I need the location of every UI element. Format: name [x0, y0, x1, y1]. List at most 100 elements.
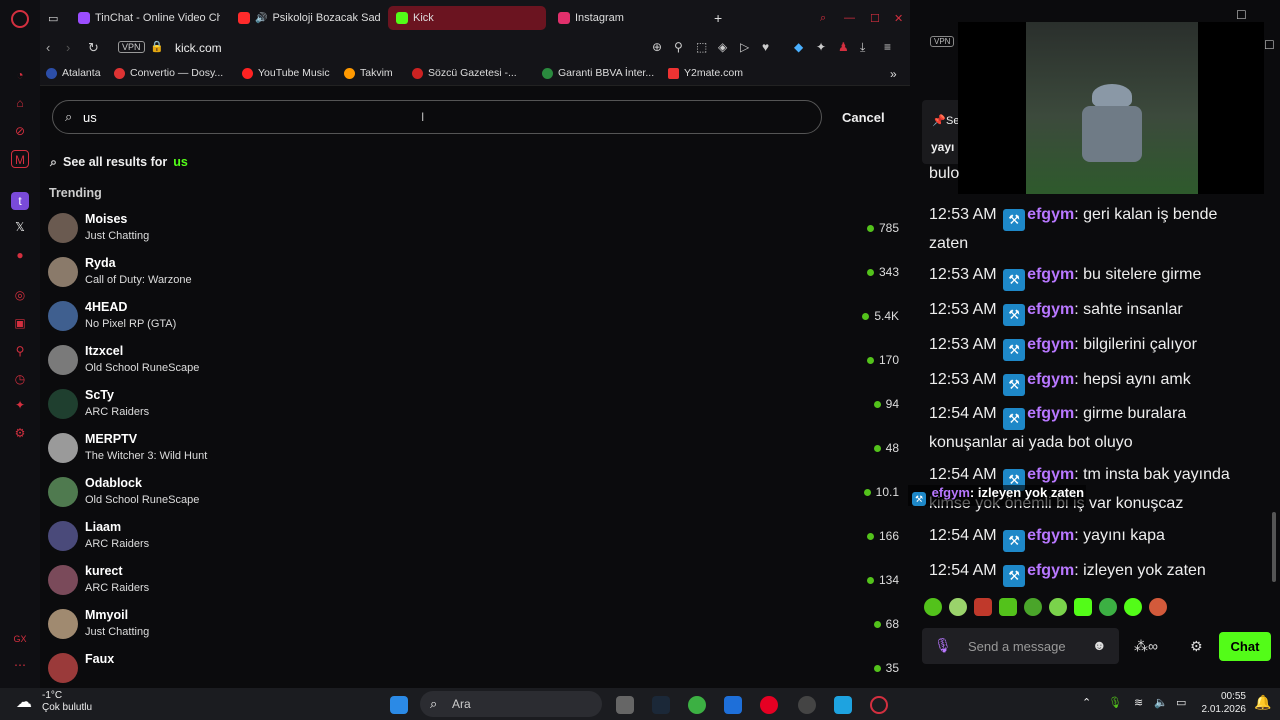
pinned-message[interactable]: 📌 Se yayı — [922, 100, 962, 164]
wallet-icon[interactable]: ▣ — [11, 314, 29, 332]
gem-icon[interactable]: ◆ — [794, 40, 803, 54]
chat-message[interactable]: 12:53 AM ⚒ efgym: hepsi aynı amk — [929, 367, 1249, 396]
tab-instagram[interactable]: Instagram — [550, 6, 700, 30]
more-icon[interactable]: ⋯ — [11, 656, 29, 674]
chat-settings-icon[interactable]: ⚙ — [1190, 638, 1203, 655]
shield-icon[interactable]: ◈ — [718, 40, 727, 54]
notifications-icon[interactable]: 🔔 — [1254, 694, 1271, 711]
bookmark-sozcu[interactable]: Sözcü Gazetesi -... — [412, 67, 517, 79]
message-username[interactable]: efgym — [1027, 405, 1074, 422]
emote-icon[interactable] — [1049, 598, 1067, 616]
forward-icon[interactable]: › — [66, 40, 70, 55]
mail-icon[interactable]: M — [11, 150, 29, 168]
send-chat-button[interactable]: Chat — [1219, 632, 1271, 661]
url-field[interactable]: kick.com — [175, 41, 222, 55]
close-button[interactable]: ✕ — [886, 6, 911, 30]
cancel-button[interactable]: Cancel — [842, 110, 885, 125]
twitch-icon[interactable]: t — [11, 192, 29, 210]
chatgpt-icon[interactable] — [798, 696, 816, 714]
outlook-icon[interactable] — [724, 696, 742, 714]
result-row[interactable]: Itzxcel Old School RuneScape 170 — [48, 344, 903, 388]
tab-search-button[interactable]: ⌕ — [812, 6, 834, 30]
message-username[interactable]: efgym — [1027, 371, 1074, 388]
pin-icon[interactable]: ⚲ — [11, 342, 29, 360]
microphone-tray-icon[interactable]: 🎙 — [1108, 696, 1122, 709]
search-box[interactable]: ⌕ us I — [52, 100, 822, 134]
opera-gx-icon[interactable] — [870, 696, 888, 714]
bookmark-takvim[interactable]: Takvim — [344, 67, 393, 79]
message-username[interactable]: efgym — [1027, 206, 1074, 223]
emote-icon[interactable] — [949, 598, 967, 616]
bookmark-y2mate[interactable]: Y2mate.com — [668, 67, 743, 79]
maximize-button[interactable]: ☐ — [862, 6, 888, 30]
chat-message[interactable]: 12:53 AM ⚒ efgym: geri kalan iş bende zat… — [929, 202, 1249, 256]
chat-scrollbar[interactable] — [1272, 512, 1276, 582]
weather-icon[interactable]: ☁ — [16, 692, 32, 712]
settings-icon[interactable]: ⚙ — [11, 424, 29, 442]
message-username[interactable]: efgym — [1027, 466, 1074, 483]
tab-youtube[interactable]: 🔊 Psikoloji Bozacak Sad — [230, 6, 380, 30]
video-pip[interactable] — [958, 22, 1264, 194]
pin-page-icon[interactable]: ⚲ — [674, 40, 683, 54]
back-icon[interactable]: ‹ — [46, 40, 50, 55]
reload-icon[interactable]: ↻ — [88, 40, 99, 56]
emote-icon[interactable] — [1074, 598, 1092, 616]
result-row[interactable]: Odablock Old School RuneScape 10.1 — [48, 476, 903, 520]
message-username[interactable]: efgym — [1027, 562, 1074, 579]
menu-icon[interactable]: ≡ — [884, 40, 891, 54]
result-row[interactable]: kurect ARC Raiders 134 — [48, 564, 903, 608]
bookmark-youtube-music[interactable]: YouTube Music — [242, 67, 330, 79]
tab-search-icon[interactable]: ▭ — [40, 6, 66, 30]
emote-icon[interactable] — [1149, 598, 1167, 616]
result-row[interactable]: MERPTV The Witcher 3: Wild Hunt 48 — [48, 432, 903, 476]
tab-tinchat[interactable]: TinChat - Online Video Chat — [70, 6, 220, 30]
taskbar-search[interactable]: ⌕ Ara — [420, 691, 602, 717]
result-row[interactable]: Mmyoil Just Chatting 68 — [48, 608, 903, 652]
bookmarks-more-icon[interactable]: » — [890, 67, 897, 81]
bookmark-atalanta[interactable]: Atalanta — [46, 67, 101, 79]
history-icon[interactable]: ◷ — [11, 370, 29, 388]
heart-icon[interactable]: ♥ — [762, 40, 769, 54]
chat-message[interactable]: 12:54 AM ⚒ efgym: yayını kapa — [929, 523, 1249, 552]
chat-message[interactable]: 12:53 AM ⚒ efgym: sahte insanlar — [929, 297, 1249, 326]
chat-message[interactable]: 12:54 AM ⚒ efgym: girme buralara konuşanl… — [929, 401, 1249, 455]
message-username[interactable]: efgym — [1027, 301, 1074, 318]
minimize-button[interactable]: — — [836, 6, 863, 30]
chat-input[interactable]: 🎙 Send a message ☻ — [922, 628, 1119, 664]
chat-message[interactable]: 12:53 AM ⚒ efgym: bilgilerini çalıyor — [929, 332, 1249, 361]
chat-message[interactable]: 12:54 AM ⚒ efgym: izleyen yok zaten — [929, 558, 1249, 587]
result-row[interactable]: 4HEAD No Pixel RP (GTA) 5.4K — [48, 300, 903, 344]
play-icon[interactable]: ▷ — [740, 40, 749, 54]
wifi-icon[interactable]: ≋ — [1134, 696, 1143, 709]
aria-icon[interactable]: ⊘ — [11, 122, 29, 140]
window-icon[interactable]: ☐ — [1236, 8, 1247, 22]
steam-icon[interactable] — [652, 696, 670, 714]
emote-icon[interactable] — [1099, 598, 1117, 616]
search-input[interactable]: us — [83, 110, 97, 125]
emote-icon[interactable] — [1124, 598, 1142, 616]
volume-icon[interactable]: 🔈 — [1154, 696, 1168, 709]
emote-icon[interactable] — [974, 598, 992, 616]
emote-icon[interactable] — [999, 598, 1017, 616]
opera-logo-icon[interactable] — [11, 10, 29, 28]
result-row[interactable]: ScTy ARC Raiders 94 — [48, 388, 903, 432]
result-row[interactable]: Ryda Call of Duty: Warzone 343 — [48, 256, 903, 300]
extensions-icon[interactable]: ✦ — [816, 40, 826, 54]
new-tab-button[interactable]: + — [706, 6, 730, 30]
profile-icon[interactable]: ♟ — [838, 40, 849, 54]
x-icon[interactable]: 𝕏 — [11, 218, 29, 236]
speaker-icon[interactable]: 🔊 — [255, 13, 267, 24]
points-icon[interactable]: ⁂∞ — [1134, 638, 1158, 655]
pinterest-icon[interactable] — [760, 696, 778, 714]
clock-time[interactable]: 00:55 — [1200, 691, 1246, 702]
microphone-icon[interactable]: 🎙 — [934, 637, 952, 654]
zoom-icon[interactable]: ⊕ — [652, 40, 662, 54]
gx-icon[interactable]: GX — [11, 630, 29, 648]
see-all-results-link[interactable]: ⌕ See all results for us — [50, 155, 188, 170]
weather-status[interactable]: Çok bulutlu — [42, 702, 92, 713]
extensions-icon[interactable]: ✦ — [11, 396, 29, 414]
result-row[interactable]: Moises Just Chatting 785 — [48, 212, 903, 256]
message-username[interactable]: efgym — [1027, 336, 1074, 353]
result-row[interactable]: Liaam ARC Raiders 166 — [48, 520, 903, 564]
bag-icon[interactable]: ⌂ — [11, 94, 29, 112]
